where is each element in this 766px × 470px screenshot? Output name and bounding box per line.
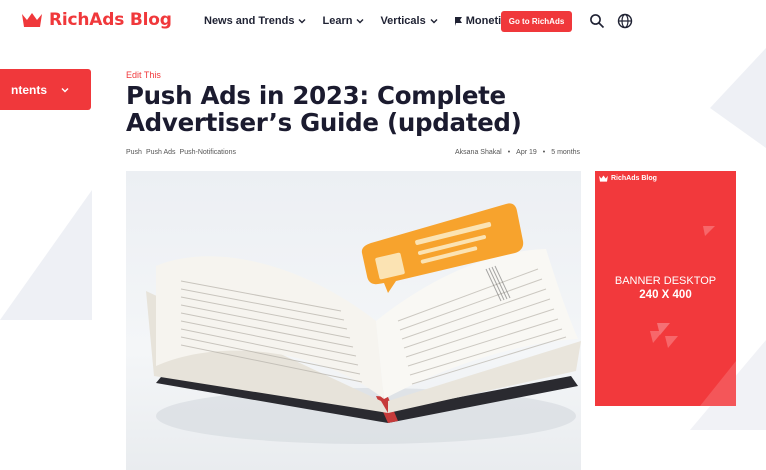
nav-verticals[interactable]: Verticals: [380, 15, 438, 27]
article-title: Push Ads in 2023: Complete Advertiser’s …: [126, 82, 586, 136]
publish-date: Apr 19: [516, 149, 537, 156]
site-logo[interactable]: RichAds Blog: [22, 10, 172, 30]
author-link[interactable]: Aksana Shakal: [455, 149, 502, 156]
search-icon[interactable]: [589, 13, 605, 29]
chevron-down-icon: [356, 19, 364, 24]
chevron-down-icon: [61, 87, 69, 92]
banner-size: 240 X 400: [639, 289, 692, 301]
background-decoration-left: [0, 190, 92, 320]
edit-this-link[interactable]: Edit This: [126, 70, 161, 80]
nav-label: News and Trends: [204, 15, 295, 27]
chevron-down-icon: [430, 19, 438, 24]
title-line-1: Push Ads in 2023: Complete: [126, 81, 506, 110]
logo-text: RichAds Blog: [49, 10, 172, 30]
tag-push-notifications[interactable]: Push-Notifications: [180, 149, 236, 156]
banner-label: BANNER DESKTOP: [614, 275, 717, 287]
title-line-2: Advertiser’s Guide (updated): [126, 108, 522, 137]
meta-separator: •: [507, 149, 511, 156]
main-nav: News and Trends Learn Verticals Monetize: [204, 15, 529, 27]
crown-icon: [22, 13, 42, 27]
nav-news-and-trends[interactable]: News and Trends: [204, 15, 306, 27]
site-header: RichAds Blog News and Trends Learn Verti…: [0, 0, 766, 44]
hero-image: [126, 171, 581, 470]
nav-label: Learn: [322, 15, 353, 27]
globe-icon[interactable]: [617, 13, 633, 29]
nav-label: Verticals: [380, 15, 426, 27]
tag-push-ads[interactable]: Push Ads: [146, 149, 176, 156]
meta-separator: •: [542, 149, 546, 156]
flag-icon: [454, 17, 462, 26]
go-to-richads-button[interactable]: Go to RichAds: [501, 11, 572, 32]
contents-label: ntents: [11, 82, 47, 97]
nav-learn[interactable]: Learn: [322, 15, 364, 27]
open-book-illustration: [146, 203, 581, 444]
article-meta: Aksana Shakal • Apr 19 • 5 months: [455, 149, 580, 156]
tag-push[interactable]: Push: [126, 149, 142, 156]
chevron-down-icon: [298, 19, 306, 24]
read-time: 5 months: [551, 149, 581, 156]
banner-ad[interactable]: RichAds Blog BANNER DESKTOP 240 X 400: [595, 171, 736, 406]
background-decoration-right: [710, 48, 766, 148]
table-of-contents-toggle[interactable]: ntents: [0, 69, 91, 110]
article-tags: Push Push Ads Push-Notifications: [126, 149, 240, 156]
